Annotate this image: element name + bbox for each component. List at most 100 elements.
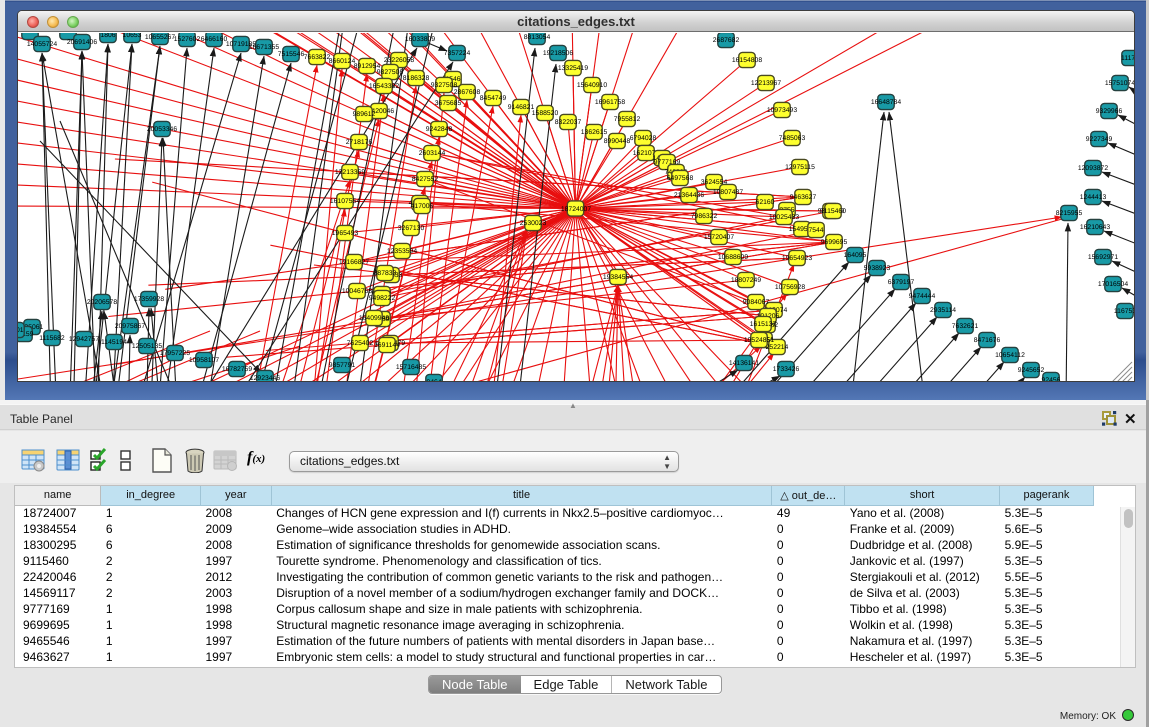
svg-text:9084067: 9084067 xyxy=(743,299,770,306)
svg-text:1691144: 1691144 xyxy=(374,342,400,349)
svg-text:10025433: 10025433 xyxy=(769,214,799,221)
svg-text:13325419: 13325419 xyxy=(558,65,588,72)
svg-text:7544: 7544 xyxy=(808,227,823,234)
svg-text:9115460: 9115460 xyxy=(820,208,846,215)
svg-text:21364436: 21364436 xyxy=(674,192,704,199)
svg-text:2935114: 2935114 xyxy=(930,307,956,314)
svg-text:9827508: 9827508 xyxy=(377,69,404,76)
svg-text:5101: 5101 xyxy=(18,327,24,334)
svg-text:1733426: 1733426 xyxy=(773,366,800,373)
svg-text:12353594: 12353594 xyxy=(387,248,417,255)
svg-text:19166827: 19166827 xyxy=(339,259,369,266)
svg-text:18807249: 18807249 xyxy=(731,277,761,284)
svg-text:3675685: 3675685 xyxy=(435,100,462,107)
svg-text:1244413: 1244413 xyxy=(1080,194,1107,201)
svg-text:6466160: 6466160 xyxy=(201,36,228,43)
svg-text:23226058: 23226058 xyxy=(384,57,414,64)
svg-text:16107554: 16107554 xyxy=(330,198,360,205)
svg-text:2867608: 2867608 xyxy=(454,89,481,96)
svg-text:252214: 252214 xyxy=(766,344,789,351)
svg-text:16154808: 16154808 xyxy=(732,57,762,64)
svg-text:15640910: 15640910 xyxy=(577,82,607,89)
svg-text:20053346: 20053346 xyxy=(147,126,177,133)
svg-text:9146821: 9146821 xyxy=(508,104,535,111)
svg-text:9242848: 9242848 xyxy=(426,126,453,133)
svg-text:20975867: 20975867 xyxy=(115,323,145,330)
svg-text:18724007: 18724007 xyxy=(561,206,591,213)
svg-text:16409948: 16409948 xyxy=(359,315,389,322)
svg-text:9227349: 9227349 xyxy=(1086,136,1113,143)
svg-text:16961758: 16961758 xyxy=(595,99,625,106)
svg-text:9474444: 9474444 xyxy=(909,293,936,300)
svg-text:6379197: 6379197 xyxy=(888,279,915,286)
svg-text:989612: 989612 xyxy=(353,111,376,118)
svg-text:15751074: 15751074 xyxy=(1105,80,1134,87)
svg-text:9327508: 9327508 xyxy=(431,82,458,89)
svg-text:9329966: 9329966 xyxy=(1096,108,1123,115)
svg-text:9464: 9464 xyxy=(426,379,441,382)
svg-text:10654112: 10654112 xyxy=(995,352,1025,359)
svg-text:3267130: 3267130 xyxy=(398,225,425,232)
svg-text:10046768: 10046768 xyxy=(342,288,372,295)
svg-text:14055724: 14055724 xyxy=(27,41,57,48)
svg-text:14136141: 14136141 xyxy=(729,360,759,367)
svg-text:7663822: 7663822 xyxy=(304,54,331,61)
svg-text:10655267: 10655267 xyxy=(145,34,175,41)
svg-text:8322037: 8322037 xyxy=(555,119,582,126)
svg-text:1362615: 1362615 xyxy=(581,129,608,136)
svg-text:1588520: 1588520 xyxy=(532,110,559,117)
svg-text:92456: 92456 xyxy=(1042,377,1061,382)
svg-text:62160: 62160 xyxy=(756,199,775,206)
svg-text:8427552: 8427552 xyxy=(412,176,439,183)
svg-text:9857791: 9857791 xyxy=(329,362,356,369)
svg-text:12923446: 12923446 xyxy=(250,375,280,382)
svg-text:17359928: 17359928 xyxy=(134,296,164,303)
svg-text:6794028: 6794028 xyxy=(630,135,657,142)
svg-text:1115682: 1115682 xyxy=(39,335,65,342)
svg-text:6497568: 6497568 xyxy=(667,175,694,182)
svg-text:16782759: 16782759 xyxy=(222,366,252,373)
svg-text:9699695: 9699695 xyxy=(821,239,848,246)
svg-text:2603144: 2603144 xyxy=(419,150,446,157)
svg-text:10688609: 10688609 xyxy=(718,254,748,261)
svg-text:1806: 1806 xyxy=(100,33,115,39)
svg-text:9463627: 9463627 xyxy=(790,194,817,201)
svg-text:2530023: 2530023 xyxy=(520,220,547,227)
svg-text:8454749: 8454749 xyxy=(480,95,507,102)
svg-text:12093872: 12093872 xyxy=(1078,165,1108,172)
svg-text:2718176: 2718176 xyxy=(346,139,373,146)
svg-text:19218506: 19218506 xyxy=(543,50,573,57)
svg-text:15692971: 15692971 xyxy=(1088,254,1118,261)
svg-text:1965493: 1965493 xyxy=(332,230,359,237)
svg-text:417006: 417006 xyxy=(411,203,434,210)
svg-text:7955812: 7955812 xyxy=(614,116,641,123)
svg-text:10756928: 10756928 xyxy=(775,284,805,291)
svg-text:7625402: 7625402 xyxy=(347,340,374,347)
svg-text:20206578: 20206578 xyxy=(87,299,117,306)
svg-text:8813054: 8813054 xyxy=(524,34,551,41)
svg-text:12505135: 12505135 xyxy=(132,343,162,350)
svg-text:17016504: 17016504 xyxy=(1098,281,1128,288)
svg-text:16648784: 16648784 xyxy=(871,99,901,106)
svg-text:7515546: 7515546 xyxy=(278,51,305,58)
svg-text:15720407: 15720407 xyxy=(704,234,734,241)
svg-text:7986322: 7986322 xyxy=(691,213,718,220)
svg-text:20691406: 20691406 xyxy=(67,39,97,46)
svg-text:10807487: 10807487 xyxy=(713,189,743,196)
svg-text:8215955: 8215955 xyxy=(1056,210,1083,217)
svg-text:15716485: 15716485 xyxy=(396,364,426,371)
svg-text:10958107: 10958107 xyxy=(189,357,219,364)
svg-text:12213369: 12213369 xyxy=(335,169,365,176)
svg-text:12213967: 12213967 xyxy=(751,80,781,87)
svg-text:164095: 164095 xyxy=(844,252,867,259)
svg-text:9498222: 9498222 xyxy=(369,295,396,302)
svg-text:8660124: 8660124 xyxy=(329,58,356,65)
svg-text:16210643: 16210643 xyxy=(1080,224,1110,231)
svg-text:19524851: 19524851 xyxy=(744,337,774,344)
svg-text:19654923: 19654923 xyxy=(782,255,812,262)
svg-text:16033809: 16033809 xyxy=(405,36,435,43)
svg-text:7632621: 7632621 xyxy=(952,323,979,330)
svg-text:10653: 10653 xyxy=(123,33,142,39)
svg-text:1615137: 1615137 xyxy=(750,321,777,328)
svg-text:16543382: 16543382 xyxy=(369,83,399,90)
